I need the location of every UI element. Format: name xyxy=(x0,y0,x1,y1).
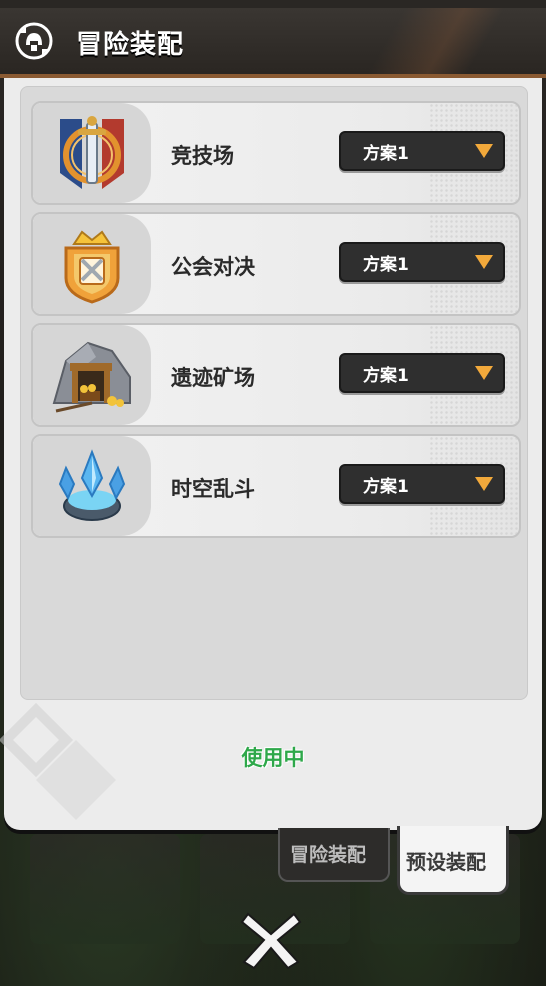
row-icon-box xyxy=(33,325,151,425)
arena-sword-shield-icon xyxy=(60,116,124,189)
plan-dropdown[interactable]: 方案1 xyxy=(339,353,505,393)
loadout-row-ruins-mine[interactable]: 遗迹矿场 方案1 xyxy=(31,323,521,427)
crystal-portal-icon xyxy=(58,449,126,521)
plan-dropdown[interactable]: 方案1 xyxy=(339,464,505,504)
plan-dropdown[interactable]: 方案1 xyxy=(339,131,505,171)
row-icon-box xyxy=(33,436,151,536)
tab-label: 预设装配 xyxy=(406,850,486,874)
chevron-down-icon xyxy=(475,366,493,380)
loadout-row-time-brawl[interactable]: 时空乱斗 方案1 xyxy=(31,434,521,538)
helmet-swap-icon[interactable] xyxy=(14,21,54,61)
header-accent xyxy=(346,8,506,74)
mine-cave-gold-icon xyxy=(52,341,131,413)
row-label: 竞技场 xyxy=(171,144,234,168)
row-icon-box xyxy=(33,214,151,314)
row-label: 时空乱斗 xyxy=(171,477,255,501)
main-panel: 竞技场 方案1 公会对决 方案1 遗迹矿场 方案1 时空乱斗 方案1 使用中 xyxy=(0,78,542,830)
tab-label: 冒险装配 xyxy=(290,844,367,866)
background-slot xyxy=(30,834,180,944)
chevron-down-icon xyxy=(475,477,493,491)
row-label: 遗迹矿场 xyxy=(171,366,255,390)
dropdown-value: 方案1 xyxy=(363,366,409,386)
page-title: 冒险装配 xyxy=(76,30,185,60)
tab-preset-loadout[interactable]: 预设装配 xyxy=(397,826,509,895)
row-label: 公会对决 xyxy=(171,255,255,279)
loadout-list: 竞技场 方案1 公会对决 方案1 遗迹矿场 方案1 时空乱斗 方案1 xyxy=(20,86,528,700)
plan-dropdown[interactable]: 方案1 xyxy=(339,242,505,282)
loadout-row-guild[interactable]: 公会对决 方案1 xyxy=(31,212,521,316)
guild-crown-badge-icon xyxy=(64,230,120,304)
status-in-use: 使用中 xyxy=(241,746,305,770)
close-x-icon[interactable] xyxy=(238,906,304,972)
tab-adventure-loadout[interactable]: 冒险装配 xyxy=(278,828,390,882)
dropdown-value: 方案1 xyxy=(363,144,409,164)
dropdown-value: 方案1 xyxy=(363,477,409,497)
loadout-row-arena[interactable]: 竞技场 方案1 xyxy=(31,101,521,205)
chevron-down-icon xyxy=(475,255,493,269)
dropdown-value: 方案1 xyxy=(363,255,409,275)
row-icon-box xyxy=(33,103,151,203)
header-bar: 冒险装配 xyxy=(0,8,546,78)
chevron-down-icon xyxy=(475,144,493,158)
